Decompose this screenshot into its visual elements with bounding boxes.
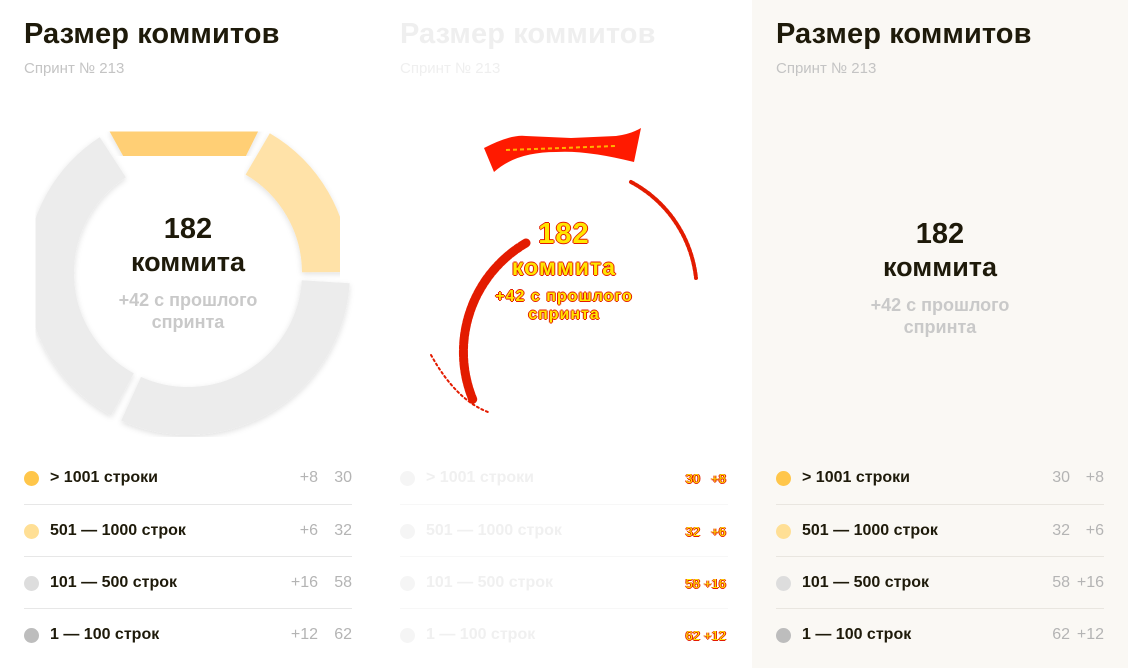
legend: > 1001 строки +8 30 501 — 1000 строк +6 …: [24, 452, 352, 660]
legend-dot: [400, 628, 415, 643]
legend-delta: +8: [711, 471, 726, 486]
legend-label: > 1001 строки: [426, 469, 534, 486]
legend-delta: +6: [299, 522, 318, 539]
legend-dot: [24, 628, 39, 643]
legend-row: 101 — 500 строк 58 +16: [400, 556, 728, 608]
legend-row: 1 — 100 строк +12 62: [24, 608, 352, 660]
legend-delta: +8: [299, 469, 318, 486]
legend-delta: +16: [290, 574, 318, 591]
legend-label: 1 — 100 строк: [802, 626, 912, 643]
legend-label: > 1001 строки: [802, 469, 910, 486]
total-delta-line-2: спринта: [903, 317, 977, 337]
legend: > 1001 строки 30 +8 501 — 1000 строк 32 …: [776, 452, 1104, 660]
legend-delta: +16: [703, 576, 726, 591]
legend-label: 1 — 100 строк: [50, 626, 160, 643]
total-delta-line-1: +42 с прошлого: [495, 288, 633, 305]
donut-center: 182 коммита +42 с прошлого спринта: [790, 218, 1090, 338]
legend-dot: [776, 471, 791, 486]
donut-center: 182 коммита +42 с прошлого спринта: [414, 218, 714, 324]
legend-dot: [776, 628, 791, 643]
total-delta-line-1: +42 с прошлого: [118, 290, 258, 310]
legend-value: 32: [1052, 522, 1070, 539]
total-count: 182: [915, 218, 965, 250]
total-delta: +42 с прошлого спринта: [414, 288, 714, 324]
chart-title: Размер коммитов: [24, 18, 280, 50]
legend-delta: +16: [1076, 574, 1104, 591]
chart-panel-summary: Размер коммитов Спринт № 213 182 коммита…: [752, 0, 1128, 668]
legend-value: 30: [1052, 469, 1070, 486]
legend-label: 501 — 1000 строк: [426, 522, 562, 539]
legend-row: > 1001 строки 30 +8: [400, 452, 728, 504]
legend-delta: +12: [290, 626, 318, 643]
legend-dot: [24, 576, 39, 591]
legend-value: 58: [685, 576, 700, 591]
legend: > 1001 строки 30 +8 501 — 1000 строк 32 …: [400, 452, 728, 660]
chart-subtitle: Спринт № 213: [776, 60, 877, 77]
legend-row: 101 — 500 строк 58 +16: [776, 556, 1104, 608]
chart-title: Размер коммитов: [776, 18, 1032, 50]
legend-dot: [400, 471, 415, 486]
donut-segment: [109, 111, 260, 174]
chart-title: Размер коммитов: [400, 18, 656, 50]
chart-panel-diff: Размер коммитов Спринт № 213 182 коммита…: [376, 0, 752, 668]
legend-row: 101 — 500 строк +16 58: [24, 556, 352, 608]
legend-value: 62: [1052, 626, 1070, 643]
total-count-word: коммита: [511, 254, 617, 280]
legend-label: 101 — 500 строк: [802, 574, 930, 591]
total-count-word: коммита: [130, 247, 246, 277]
legend-value: 58: [334, 574, 352, 591]
total-delta-line-2: спринта: [151, 312, 225, 332]
chart-subtitle: Спринт № 213: [400, 60, 501, 77]
legend-delta: +12: [1076, 626, 1104, 643]
total-count-word: коммита: [882, 252, 998, 282]
legend-dot: [776, 524, 791, 539]
total-count: 182: [538, 218, 590, 250]
legend-value: 30: [334, 469, 352, 486]
legend-row: 501 — 1000 строк 32 +6: [776, 504, 1104, 556]
legend-dot: [24, 524, 39, 539]
legend-value: 62: [685, 628, 700, 643]
legend-value: 32: [685, 524, 700, 539]
chart-subtitle: Спринт № 213: [24, 60, 125, 77]
legend-label: 101 — 500 строк: [426, 574, 554, 591]
total-delta: +42 с прошлого спринта: [790, 294, 1090, 338]
total-delta-line-2: спринта: [528, 306, 600, 323]
legend-delta: +8: [1085, 469, 1104, 486]
chart-panel-original: Размер коммитов Спринт № 213 182 коммита…: [0, 0, 376, 668]
legend-label: > 1001 строки: [50, 469, 158, 486]
legend-row: 1 — 100 строк 62 +12: [400, 608, 728, 660]
donut-center: 182 коммита +42 с прошлого спринта: [38, 213, 338, 333]
legend-delta: +6: [711, 524, 726, 539]
legend-dot: [776, 576, 791, 591]
legend-dot: [400, 576, 415, 591]
legend-row: > 1001 строки +8 30: [24, 452, 352, 504]
legend-label: 101 — 500 строк: [50, 574, 178, 591]
legend-dot: [24, 471, 39, 486]
legend-value: 30: [685, 471, 700, 486]
legend-label: 1 — 100 строк: [426, 626, 536, 643]
legend-label: 501 — 1000 строк: [50, 522, 186, 539]
legend-value: 32: [334, 522, 352, 539]
legend-row: 1 — 100 строк 62 +12: [776, 608, 1104, 660]
legend-value: 58: [1052, 574, 1070, 591]
legend-row: 501 — 1000 строк 32 +6: [400, 504, 728, 556]
legend-delta: +12: [703, 628, 726, 643]
legend-label: 501 — 1000 строк: [802, 522, 938, 539]
legend-row: > 1001 строки 30 +8: [776, 452, 1104, 504]
legend-dot: [400, 524, 415, 539]
legend-row: 501 — 1000 строк +6 32: [24, 504, 352, 556]
total-delta-line-1: +42 с прошлого: [870, 295, 1010, 315]
total-delta: +42 с прошлого спринта: [38, 289, 338, 333]
legend-value: 62: [334, 626, 352, 643]
total-count: 182: [163, 213, 213, 245]
legend-delta: +6: [1085, 522, 1104, 539]
